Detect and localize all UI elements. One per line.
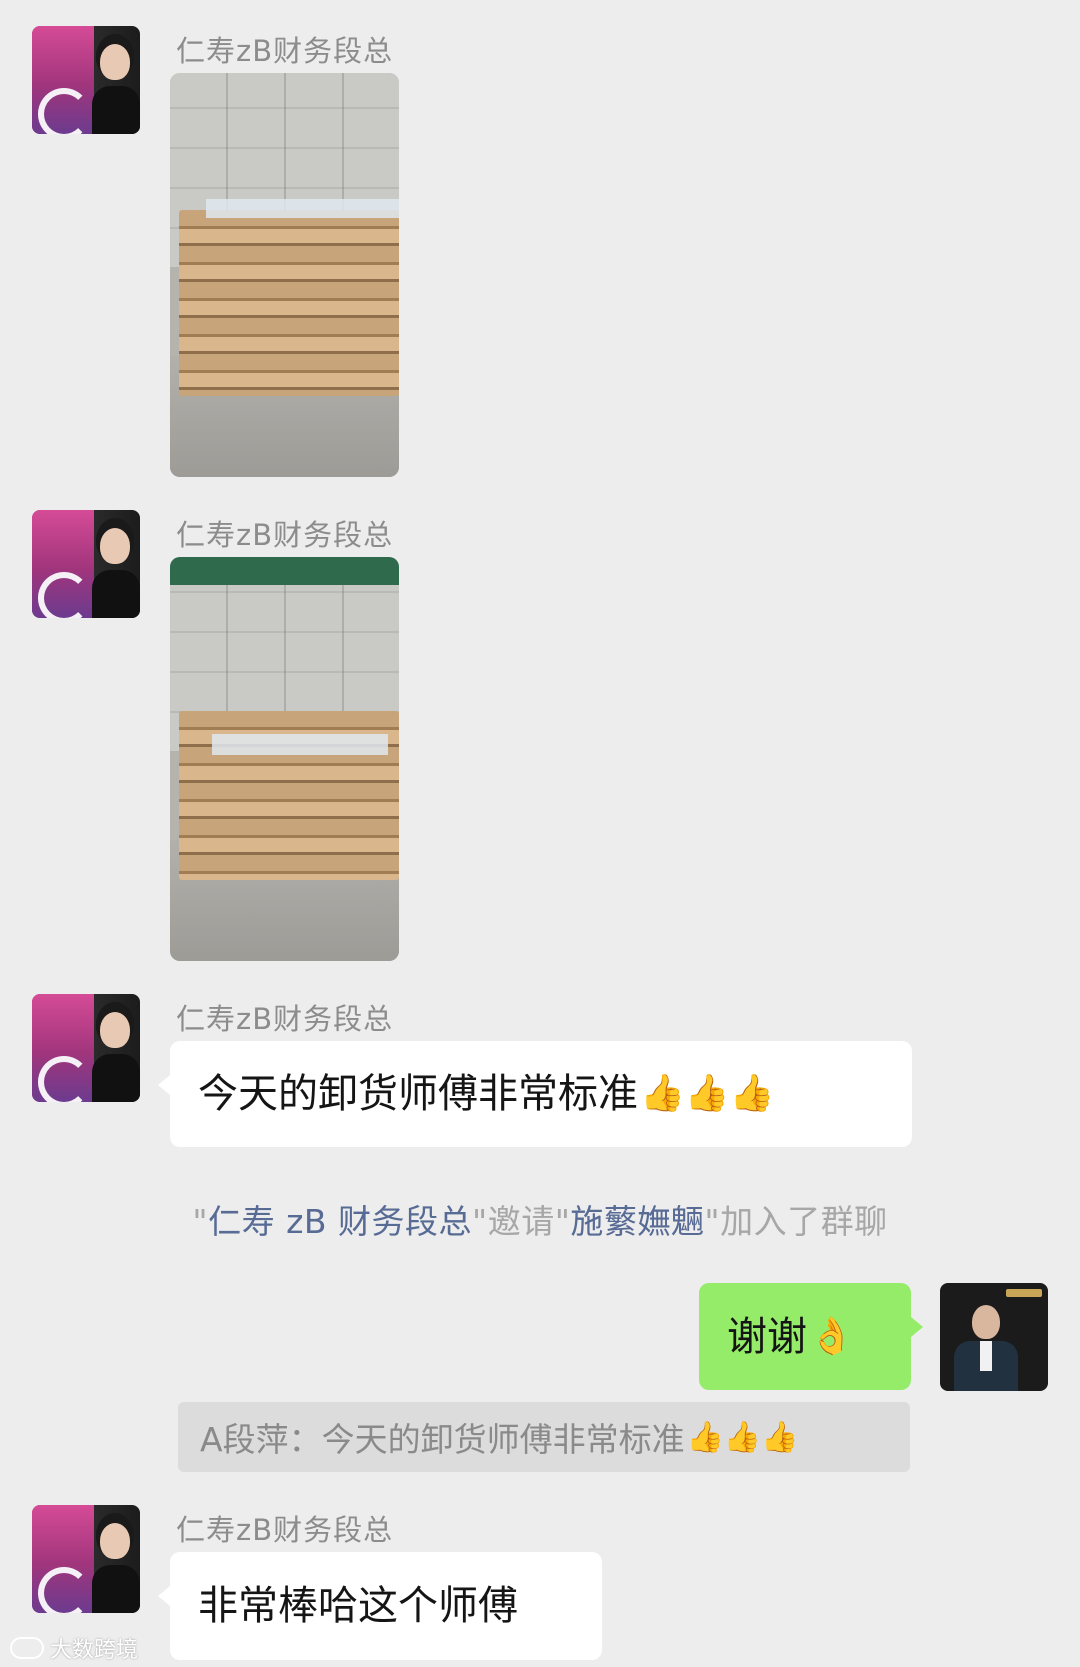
watermark-logo-icon — [10, 1637, 44, 1659]
sender-name: 仁寿zB财务段总 — [176, 1002, 394, 1036]
message-text: 今天的卸货师傅非常标准 — [198, 1071, 638, 1117]
ok-hand-icon: 👌 — [809, 1315, 854, 1357]
self-text-message-bubble[interactable]: 谢谢 👌 — [699, 1283, 923, 1390]
message-text: 非常棒哈这个师傅 — [198, 1583, 518, 1629]
sender-avatar[interactable] — [32, 26, 140, 134]
text-message-bubble[interactable]: 今天的卸货师傅非常标准 👍👍👍 — [158, 1041, 912, 1147]
watermark-text: 大数跨境 — [50, 1638, 139, 1663]
text-message-bubble[interactable]: 非常棒哈这个师傅 — [158, 1552, 602, 1660]
sender-name: 仁寿zB财务段总 — [176, 34, 394, 68]
message-text: 谢谢 — [727, 1313, 807, 1360]
thumbs-up-icon: 👍👍👍 — [640, 1073, 775, 1115]
image-message[interactable] — [170, 557, 399, 961]
image-message[interactable] — [170, 73, 399, 477]
sender-avatar[interactable] — [32, 994, 140, 1102]
self-avatar[interactable] — [940, 1283, 1048, 1391]
inviter-name-link[interactable]: 仁寿 zB 财务段总 — [208, 1202, 472, 1241]
quote-text: A段萍：今天的卸货师傅非常标准 — [200, 1420, 685, 1459]
sender-avatar[interactable] — [32, 510, 140, 618]
invitee-name-link[interactable]: 施蘩嫵魎 — [570, 1202, 704, 1241]
sender-avatar[interactable] — [32, 1505, 140, 1613]
sender-name: 仁寿zB财务段总 — [176, 518, 394, 552]
thumbs-up-icon: 👍👍👍 — [686, 1419, 799, 1455]
quoted-message[interactable]: A段萍：今天的卸货师傅非常标准 👍👍👍 — [178, 1402, 910, 1472]
sender-name: 仁寿zB财务段总 — [176, 1513, 394, 1547]
system-notice: "仁寿 zB 财务段总"邀请"施蘩嫵魎"加入了群聊 — [192, 1202, 888, 1241]
watermark: 大数跨境 — [10, 1632, 138, 1664]
